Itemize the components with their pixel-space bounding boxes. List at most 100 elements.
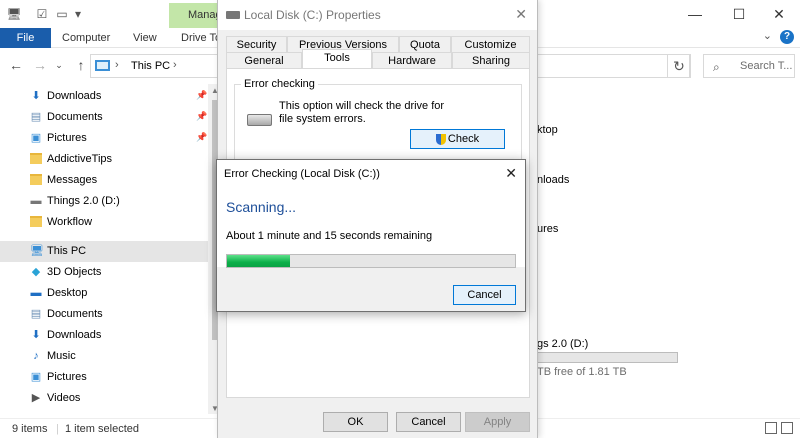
sidebar-item[interactable]: 🖥 This PC xyxy=(0,241,208,262)
close-icon[interactable]: ✕ xyxy=(515,6,527,23)
new-folder-icon[interactable]: ▭ xyxy=(54,5,70,23)
search-icon: ⌕ xyxy=(713,60,720,74)
tab-general[interactable]: General xyxy=(226,52,302,68)
sidebar-item[interactable]: ♪ Music xyxy=(0,346,208,367)
scanning-heading: Scanning... xyxy=(226,199,297,215)
sidebar-item-label: Documents xyxy=(47,111,103,123)
help-icon[interactable]: ? xyxy=(780,30,794,44)
sidebar-item[interactable]: AddictiveTips xyxy=(0,149,208,170)
sidebar-item[interactable]: ▬ Things 2.0 (D:) xyxy=(0,191,208,212)
breadcrumb-chevron-icon[interactable]: › xyxy=(115,59,119,71)
properties-title: Local Disk (C:) Properties xyxy=(244,8,381,22)
pictures-icon: ▣ xyxy=(30,132,42,144)
sidebar-item-label: Desktop xyxy=(47,287,88,299)
sidebar-item[interactable]: ▤ Documents xyxy=(0,304,208,325)
download-arrow-icon: ⬇ xyxy=(31,329,41,341)
sidebar-item[interactable]: ▬ Local Disk (C:) xyxy=(0,409,208,414)
sidebar-item-label: Pictures xyxy=(47,371,87,383)
breadcrumb-chevron-icon[interactable]: › xyxy=(173,59,177,71)
pin-icon[interactable]: 📌 xyxy=(196,111,207,122)
breadcrumb[interactable]: This PC xyxy=(131,60,170,72)
error-checking-heading: Error checking xyxy=(241,78,318,90)
sidebar-item[interactable]: ◆ 3D Objects xyxy=(0,262,208,283)
download-arrow-icon: ⬇ xyxy=(31,90,41,102)
apply-button[interactable]: Apply xyxy=(465,412,530,432)
details-view-icon[interactable] xyxy=(765,422,777,434)
recent-dropdown-icon[interactable]: ⌄ xyxy=(50,60,68,71)
tab-file[interactable]: File xyxy=(0,28,51,48)
minimize-icon[interactable]: — xyxy=(672,0,718,28)
tab-quota[interactable]: Quota xyxy=(399,36,451,52)
error-checking-dialog: Error Checking (Local Disk (C:)) ✕ Scann… xyxy=(216,159,526,312)
properties-check-icon[interactable]: ☑ xyxy=(34,5,50,23)
sidebar-item[interactable]: ▬ Desktop xyxy=(0,283,208,304)
status-selected-count: 1 item selected xyxy=(65,423,139,435)
folder-pictures-label[interactable]: ures xyxy=(537,223,558,235)
folder-icon xyxy=(30,174,42,185)
sidebar-item[interactable]: ▣ Pictures xyxy=(0,367,208,388)
folder-downloads-label[interactable]: nloads xyxy=(537,174,569,186)
large-icons-view-icon[interactable] xyxy=(781,422,793,434)
drive-name-label[interactable]: gs 2.0 (D:) xyxy=(537,338,588,350)
ok-button[interactable]: OK xyxy=(323,412,388,432)
computer-icon: 🖥 xyxy=(30,245,44,257)
pin-icon[interactable]: 📌 xyxy=(196,90,207,101)
tab-customize[interactable]: Customize xyxy=(451,36,530,52)
sidebar-item[interactable]: Workflow xyxy=(0,212,208,233)
sidebar-item-label: Videos xyxy=(47,392,81,404)
pin-icon[interactable]: 📌 xyxy=(196,132,207,143)
close-icon[interactable]: ✕ xyxy=(756,0,800,28)
up-arrow-icon[interactable]: ↑ xyxy=(72,57,90,73)
scan-progress-bar xyxy=(226,254,516,268)
chevron-down-icon[interactable]: ⌄ xyxy=(763,29,772,42)
sidebar-item-label: Downloads xyxy=(47,90,102,102)
sidebar-item[interactable]: ▣ Pictures 📌 xyxy=(0,128,208,149)
search-input[interactable]: ⌕ Search T... xyxy=(703,54,795,78)
sidebar-item[interactable]: ▤ Documents 📌 xyxy=(0,107,208,128)
navigation-pane: ⬇ Downloads 📌 ▤ Documents 📌 ▣ Pictures 📌 Addictiv… xyxy=(0,84,222,414)
properties-titlebar: Local Disk (C:) Properties ✕ xyxy=(218,0,537,30)
videos-icon: ▶ xyxy=(31,392,41,404)
sidebar-item-label: Downloads xyxy=(47,329,102,341)
close-icon[interactable]: ✕ xyxy=(505,165,517,182)
tab-view[interactable]: View xyxy=(133,28,157,48)
sidebar-item-label: Documents xyxy=(47,308,103,320)
search-placeholder: Search T... xyxy=(740,60,793,72)
tab-drive-tools[interactable]: Drive Tools xyxy=(181,28,218,48)
forward-arrow-icon[interactable]: → xyxy=(31,57,49,73)
documents-icon: ▤ xyxy=(30,308,42,320)
cancel-scan-button[interactable]: Cancel xyxy=(453,285,516,305)
sidebar-item[interactable]: ▶ Videos xyxy=(0,388,208,409)
folder-icon xyxy=(30,216,42,227)
status-divider: | xyxy=(56,423,59,435)
folder-desktop-label[interactable]: ktop xyxy=(537,124,558,136)
sidebar-item-label: This PC xyxy=(47,245,87,257)
sidebar-item-label: AddictiveTips xyxy=(47,153,113,165)
tab-sharing[interactable]: Sharing xyxy=(452,52,530,68)
refresh-icon: ↻ xyxy=(673,58,685,74)
folder-icon xyxy=(30,153,42,164)
tab-security[interactable]: Security xyxy=(226,36,287,52)
tab-computer[interactable]: Computer xyxy=(62,28,110,48)
sidebar-item[interactable]: ⬇ Downloads xyxy=(0,325,208,346)
content-pane: ktop nloads ures gs 2.0 (D:) TB free of … xyxy=(522,84,800,414)
check-button[interactable]: Check xyxy=(410,129,505,149)
sidebar-item-label: Pictures xyxy=(47,132,87,144)
sidebar-item[interactable]: ⬇ Downloads 📌 xyxy=(0,86,208,107)
sidebar-item-label: Music xyxy=(47,350,76,362)
back-arrow-icon[interactable]: ← xyxy=(7,57,25,73)
tab-hardware[interactable]: Hardware xyxy=(372,52,452,68)
tab-tools[interactable]: Tools xyxy=(302,49,372,68)
properties-cancel-button[interactable]: Cancel xyxy=(396,412,461,432)
qat-dropdown-icon[interactable]: ▾ xyxy=(70,5,86,23)
cube-icon: ◆ xyxy=(31,266,41,278)
sidebar-item-label: Things 2.0 (D:) xyxy=(47,195,120,207)
desktop-icon: ▬ xyxy=(30,287,42,299)
drive-free-space: TB free of 1.81 TB xyxy=(537,366,627,378)
sidebar-item[interactable]: Messages xyxy=(0,170,208,191)
computer-icon xyxy=(95,60,110,71)
music-note-icon: ♪ xyxy=(33,350,39,362)
ribbon-context-tab-manage[interactable]: Manage xyxy=(169,3,219,28)
refresh-button[interactable]: ↻ xyxy=(667,54,691,78)
status-item-count: 9 items xyxy=(12,423,48,435)
